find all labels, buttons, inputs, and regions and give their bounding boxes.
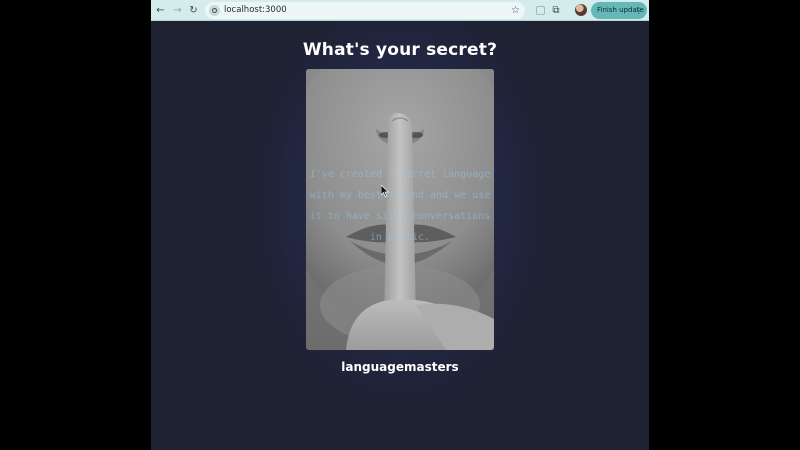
profile-avatar[interactable]	[575, 4, 587, 16]
browser-toolbar: ← → ↻ localhost:3000 ☆ ⧉ Finish update ⋮	[151, 0, 649, 21]
back-arrow-icon[interactable]: ←	[153, 3, 168, 18]
page-title: What's your secret?	[302, 40, 498, 60]
secret-text: I've created a secret language with my b…	[309, 169, 491, 243]
browser-window: ← → ↻ localhost:3000 ☆ ⧉ Finish update ⋮…	[151, 0, 649, 450]
reload-icon[interactable]: ↻	[186, 3, 201, 18]
bookmark-star-icon[interactable]: ☆	[511, 3, 520, 18]
page-content: What's your secret? I've created a secre…	[151, 21, 649, 450]
address-bar[interactable]: localhost:3000 ☆	[205, 2, 525, 19]
site-info-icon-glyph	[212, 8, 217, 13]
extension-icon-shape	[535, 5, 545, 15]
mouse-cursor-icon	[381, 185, 389, 197]
url-text[interactable]: localhost:3000	[224, 4, 287, 17]
kebab-menu-icon[interactable]: ⋮	[635, 2, 643, 19]
finish-update-button[interactable]: Finish update ⋮	[591, 2, 647, 19]
username: languagemasters	[341, 360, 459, 374]
extensions-puzzle-icon[interactable]: ⧉	[550, 4, 562, 16]
extension-icon[interactable]	[534, 4, 546, 16]
site-info-icon[interactable]	[209, 5, 220, 16]
forward-arrow-icon[interactable]: →	[170, 3, 185, 18]
secret-card[interactable]: I've created a secret language with my b…	[306, 69, 494, 350]
